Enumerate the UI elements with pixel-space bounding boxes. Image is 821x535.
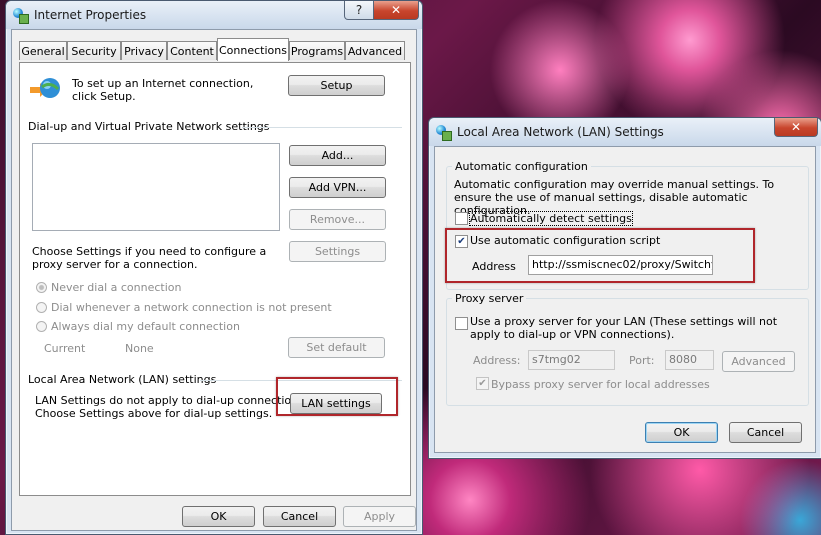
lan-description-line-2: Choose Settings above for dial-up settin… xyxy=(35,407,273,420)
radio-always-dial-label: Always dial my default connection xyxy=(51,320,240,333)
lan-cancel-button[interactable]: Cancel xyxy=(729,422,802,443)
script-highlight xyxy=(445,228,755,283)
settings-button[interactable]: Settings xyxy=(289,241,386,262)
add-vpn-button[interactable]: Add VPN... xyxy=(289,177,386,198)
add-button[interactable]: Add... xyxy=(289,145,386,166)
heading-divider xyxy=(242,127,402,128)
tab-general[interactable]: General xyxy=(19,41,67,60)
lan-settings-dialog: Local Area Network (LAN) Settings ✕ Auto… xyxy=(428,117,821,459)
current-label: Current xyxy=(44,342,86,355)
port-field[interactable]: 8080 xyxy=(665,350,714,370)
port-label: Port: xyxy=(629,354,655,367)
cancel-button[interactable]: Cancel xyxy=(263,506,336,527)
tab-strip: General Security Privacy Content Connect… xyxy=(19,38,411,63)
tab-advanced[interactable]: Advanced xyxy=(345,41,405,60)
lan-settings-highlight xyxy=(276,377,398,416)
advanced-button[interactable]: Advanced xyxy=(722,351,795,372)
lan-heading: Local Area Network (LAN) settings xyxy=(28,373,217,386)
lan-ok-button[interactable]: OK xyxy=(645,422,718,443)
internet-properties-window: Internet Properties ? ✕ General Security… xyxy=(5,0,423,535)
choose-settings-text: Choose Settings if you need to configure… xyxy=(32,245,267,271)
tab-content[interactable]: Content xyxy=(167,41,217,60)
network-setup-icon xyxy=(30,75,62,103)
proxy-address-field[interactable]: s7tmg02 xyxy=(528,350,615,370)
automatic-configuration-heading: Automatic configuration xyxy=(452,160,591,173)
proxy-server-heading: Proxy server xyxy=(452,292,527,305)
radio-always-dial[interactable] xyxy=(36,321,47,332)
window-title: Internet Properties xyxy=(34,8,147,22)
radio-never-dial[interactable] xyxy=(36,282,47,293)
proxy-address-label: Address: xyxy=(473,354,521,367)
auto-detect-label: Automatically detect settings xyxy=(469,211,633,226)
connections-list[interactable] xyxy=(32,143,280,231)
current-value: None xyxy=(125,342,154,355)
tab-connections[interactable]: Connections xyxy=(217,38,289,61)
remove-button[interactable]: Remove... xyxy=(289,209,386,230)
set-default-button[interactable]: Set default xyxy=(288,337,385,358)
auto-detect-checkbox[interactable] xyxy=(455,212,468,225)
use-proxy-label: Use a proxy server for your LAN (These s… xyxy=(470,315,778,341)
internet-options-icon xyxy=(435,124,452,141)
radio-never-dial-label: Never dial a connection xyxy=(51,281,182,294)
help-button[interactable]: ? xyxy=(344,1,374,20)
lan-title-bar[interactable]: Local Area Network (LAN) Settings xyxy=(429,118,821,146)
tab-programs[interactable]: Programs xyxy=(289,41,345,60)
radio-dial-when-no-network-label: Dial whenever a network connection is no… xyxy=(51,301,332,314)
ok-button[interactable]: OK xyxy=(182,506,255,527)
bypass-local-checkbox[interactable]: ✔ xyxy=(476,377,489,390)
setup-instructions: To set up an Internet connection, click … xyxy=(72,77,254,103)
tab-security[interactable]: Security xyxy=(67,41,121,60)
use-proxy-checkbox[interactable] xyxy=(455,317,468,330)
lan-dialog-title: Local Area Network (LAN) Settings xyxy=(457,125,664,139)
apply-button[interactable]: Apply xyxy=(343,506,416,527)
tab-privacy[interactable]: Privacy xyxy=(121,41,167,60)
dialup-vpn-heading: Dial-up and Virtual Private Network sett… xyxy=(28,120,270,133)
setup-button[interactable]: Setup xyxy=(288,75,385,96)
lan-description-line-1: LAN Settings do not apply to dial-up con… xyxy=(35,394,308,407)
bypass-local-label: Bypass proxy server for local addresses xyxy=(491,378,710,391)
connections-panel: To set up an Internet connection, click … xyxy=(19,62,411,496)
dialog-body: General Security Privacy Content Connect… xyxy=(11,29,417,531)
lan-close-button[interactable]: ✕ xyxy=(774,118,818,137)
lan-dialog-body: Automatic configuration Automatic config… xyxy=(434,146,816,453)
radio-dial-when-no-network[interactable] xyxy=(36,302,47,313)
internet-options-icon xyxy=(12,7,29,24)
close-button[interactable]: ✕ xyxy=(373,1,419,20)
